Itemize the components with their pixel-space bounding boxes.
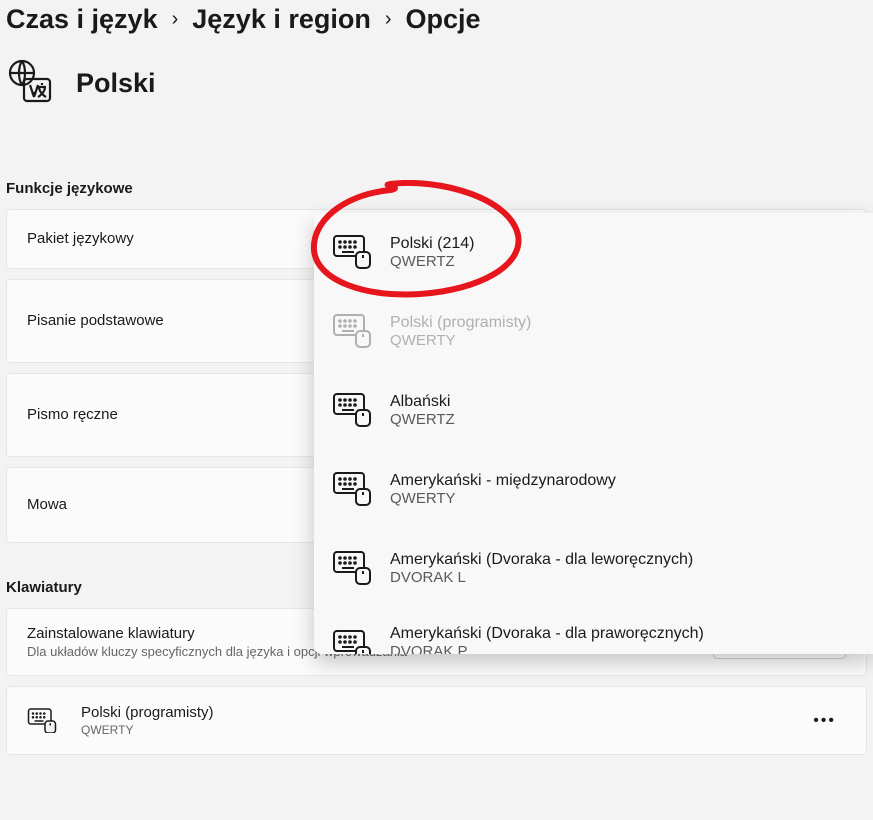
breadcrumb-time-language[interactable]: Czas i język xyxy=(6,4,158,35)
keyboard-option-name: Polski (214) xyxy=(390,235,474,253)
keyboard-option-dvorak-left[interactable]: Amerykański (Dvoraka - dla leworęcznych)… xyxy=(314,529,873,608)
feature-label: Pisanie podstawowe xyxy=(27,312,164,329)
keyboard-option-amerykanski-intl[interactable]: Amerykański - międzynarodowy QWERTY xyxy=(314,450,873,529)
keyboard-option-polski-214[interactable]: Polski (214) QWERTZ xyxy=(314,213,873,292)
feature-label: Mowa xyxy=(27,496,67,513)
keyboard-option-name: Amerykański (Dvoraka - dla leworęcznych) xyxy=(390,551,693,569)
chevron-right-icon: › xyxy=(172,8,179,31)
keyboard-option-layout: DVORAK L xyxy=(390,569,693,586)
installed-keyboard-item: Polski (programisty) QWERTY ••• xyxy=(6,686,867,755)
keyboard-option-layout: QWERTY xyxy=(390,332,531,349)
keyboard-option-name: Amerykański (Dvoraka - dla praworęcznych… xyxy=(390,625,704,643)
keyboard-icon xyxy=(332,230,372,275)
keyboard-icon xyxy=(332,388,372,433)
more-options-button[interactable]: ••• xyxy=(803,706,846,736)
keyboard-option-dvorak-right[interactable]: Amerykański (Dvoraka - dla praworęcznych… xyxy=(314,608,873,654)
breadcrumb-options: Opcje xyxy=(406,4,481,35)
section-title-features: Funkcje językowe xyxy=(0,120,873,209)
keyboard-option-name: Albański xyxy=(390,393,455,411)
keyboard-icon xyxy=(332,309,372,354)
keyboard-option-name: Amerykański - międzynarodowy xyxy=(390,472,616,490)
installed-keyboard-name: Polski (programisty) xyxy=(81,704,214,721)
language-name: Polski xyxy=(76,68,156,99)
keyboard-option-layout: QWERTZ xyxy=(390,411,455,428)
keyboard-option-albanski[interactable]: Albański QWERTZ xyxy=(314,371,873,450)
keyboard-icon xyxy=(332,467,372,512)
keyboard-option-polski-programisty: Polski (programisty) QWERTY xyxy=(314,292,873,371)
keyboard-option-layout: QWERTZ xyxy=(390,253,474,270)
breadcrumb: Czas i język › Język i region › Opcje xyxy=(0,0,873,35)
chevron-right-icon: › xyxy=(385,8,392,31)
keyboard-icon xyxy=(27,703,57,738)
keyboard-icon xyxy=(332,625,372,654)
feature-label: Pismo ręczne xyxy=(27,406,118,423)
keyboard-option-layout: DVORAK P xyxy=(390,643,704,654)
installed-keyboard-layout: QWERTY xyxy=(81,723,214,737)
globe-language-icon xyxy=(6,57,54,110)
keyboard-option-name: Polski (programisty) xyxy=(390,314,531,332)
add-keyboard-dropdown: Polski (214) QWERTZ Polski (programisty)… xyxy=(314,213,873,654)
keyboard-icon xyxy=(332,546,372,591)
language-header: Polski xyxy=(0,35,873,120)
keyboard-option-layout: QWERTY xyxy=(390,490,616,507)
breadcrumb-language-region[interactable]: Język i region xyxy=(192,4,371,35)
feature-label: Pakiet językowy xyxy=(27,230,134,247)
